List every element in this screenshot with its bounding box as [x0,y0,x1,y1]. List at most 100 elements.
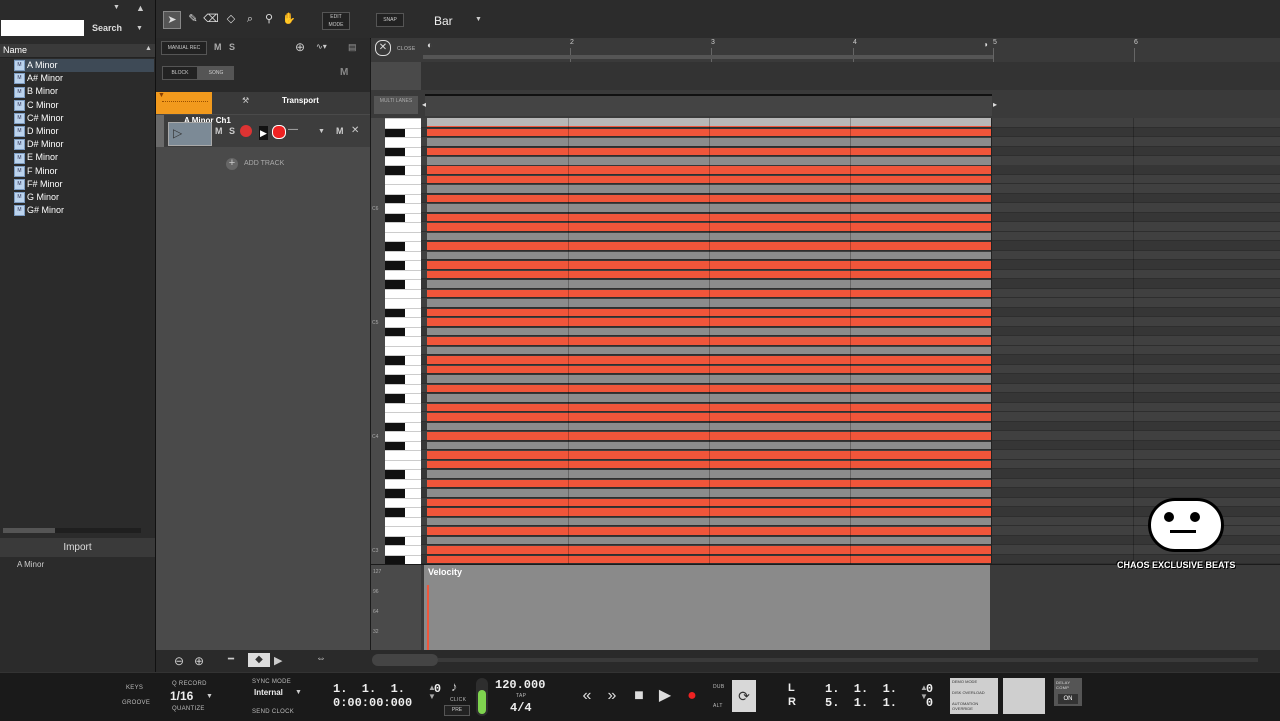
groove-label[interactable]: GROOVE [122,700,150,706]
black-key[interactable] [385,242,405,251]
velocity-lane[interactable]: 127 96 64 32 Velocity [371,565,1280,650]
loop-left-position[interactable]: 1. 1. 1. 0 [825,682,933,696]
file-list-item[interactable]: M F# Minor [14,178,154,191]
clip-start-arrow-icon[interactable]: ◂ [422,100,426,109]
glue-tool-icon[interactable]: ⌕ [242,11,258,27]
pre-button[interactable]: PRE [444,705,470,716]
paint-tool-icon[interactable]: ◇ [223,11,239,27]
dropdown-arrow-icon[interactable]: ▼ [113,4,120,11]
send-clock-button[interactable]: SEND CLOCK [252,709,294,715]
track-menu-chevron-icon[interactable]: ▼ [318,128,325,135]
zoom-medium-icon[interactable]: ◆ [248,653,270,667]
black-key[interactable] [385,470,405,479]
instrument-icon[interactable]: ▷ [168,122,212,146]
sync-mode-value[interactable]: Internal [254,688,283,697]
black-key[interactable] [385,327,405,337]
clip-block[interactable] [425,94,992,116]
record-arm-icon[interactable] [272,125,286,139]
keys-label[interactable]: KEYS [126,685,143,691]
zoom-fit-icon[interactable]: ⇔ [316,653,326,664]
stop-icon[interactable]: ■ [628,685,650,707]
file-list-item[interactable]: MB Minor [14,85,154,98]
edit-mode-button[interactable]: EDIT MODE [322,12,350,30]
black-key[interactable] [385,166,405,175]
snap-button[interactable]: SNAP [376,13,404,27]
black-key[interactable] [385,555,405,564]
snap-value[interactable]: Bar [434,14,453,28]
black-key[interactable] [385,280,405,289]
automation-override-indicator[interactable]: AUTOMATION OVERRIDE [952,701,998,711]
file-list-item[interactable]: MF Minor [14,165,154,178]
song-position-time[interactable]: 0:00:00:000 [333,696,412,710]
quantize-dropdown-icon[interactable]: ▼ [206,693,213,700]
file-list-item[interactable]: ME Minor [14,151,154,164]
sort-arrow-icon[interactable]: ▲ [145,45,152,52]
loop-start-marker-icon[interactable]: ◐ [427,40,435,54]
dub-button[interactable]: DUB [713,684,724,690]
horizontal-scroll-track[interactable] [438,658,1258,662]
track-row[interactable]: A Minor Ch1 ▷ M S ▶ — ▼ M ✕ [156,115,370,147]
multi-lanes-button[interactable]: MULTI LANES [374,96,418,114]
track-m-button[interactable]: M [336,126,344,136]
snap-dropdown-icon[interactable]: ▼ [475,16,482,23]
horizontal-scroll-thumb[interactable] [372,654,438,666]
name-column-header[interactable]: Name ▲ [0,44,155,58]
file-list-item[interactable]: M C# Minor [14,112,154,125]
black-key[interactable] [385,261,405,270]
metronome-icon[interactable]: ♪ [451,679,458,694]
black-key[interactable] [385,375,405,384]
zoom-tool-icon[interactable]: ⚲ [261,11,277,27]
sync-dropdown-icon[interactable]: ▼ [295,689,302,696]
delay-comp-on-button[interactable]: ON [1057,693,1079,705]
black-key[interactable] [385,308,405,318]
fast-forward-icon[interactable]: » [601,685,623,707]
loop-stepper-icon[interactable]: ▲ ▼ [920,683,928,701]
horizontal-scrollbar[interactable] [3,528,141,533]
record-icon[interactable]: ● [681,685,703,707]
zoom-out-icon[interactable]: ⊖ [174,654,184,668]
velocity-region[interactable] [424,565,990,650]
manual-rec-button[interactable]: MANUAL REC [161,41,207,55]
hand-tool-icon[interactable]: ✋ [281,11,297,27]
black-key[interactable] [385,422,405,432]
loop-range[interactable] [423,55,993,59]
zoom-small-icon[interactable]: ━ [228,654,234,665]
file-list-item[interactable]: MG Minor [14,191,154,204]
pencil-tool-icon[interactable]: ✎ [185,11,201,27]
pointer-tool-icon[interactable]: ➤ [163,11,181,29]
file-list-item[interactable]: M A# Minor [14,72,154,85]
black-key[interactable] [385,147,405,156]
zoom-large-icon[interactable]: ▶ [274,654,282,667]
search-button[interactable]: Search [92,23,122,33]
black-key[interactable] [385,394,405,403]
up-arrow-icon[interactable]: ▲ [136,3,145,13]
song-button[interactable]: SONG [198,66,234,80]
play-icon[interactable]: ▶ [654,685,676,707]
zoom-in-icon[interactable]: ⊕ [194,654,204,668]
tap-button[interactable]: TAP [516,693,526,699]
track-play-icon[interactable]: ▶ [259,126,268,140]
search-options-chevron-icon[interactable]: ▼ [136,25,143,32]
loop-end-marker-icon[interactable]: ◑ [983,40,991,50]
black-key[interactable] [385,441,405,451]
loop-right-position[interactable]: 5. 1. 1. 0 [825,696,933,710]
add-icon[interactable]: ⊕ [295,40,305,54]
black-key[interactable] [385,213,405,223]
time-signature[interactable]: 4/4 [510,701,532,715]
expand-arrow-icon[interactable]: ▼ [158,92,165,99]
track-color-strip[interactable] [156,115,164,147]
automation-icon[interactable]: ∿▾ [316,42,327,51]
position-stepper-icon[interactable]: ▲ ▼ [428,683,436,701]
velocity-bar[interactable] [427,585,429,650]
file-list-item[interactable]: MA Minor [14,59,154,72]
song-position-bars[interactable]: 1. 1. 1. 0 [333,682,441,696]
list-view-icon[interactable]: ▤ [348,42,357,53]
import-button[interactable]: Import [0,538,155,557]
block-button[interactable]: BLOCK [162,66,198,80]
black-key[interactable] [385,356,405,365]
transport-track[interactable]: ▼ ⚒ Transport [156,92,370,114]
track-close-icon[interactable]: ✕ [351,125,359,136]
black-key[interactable] [385,489,405,498]
piano-keyboard[interactable] [385,118,421,564]
black-key[interactable] [385,508,405,517]
